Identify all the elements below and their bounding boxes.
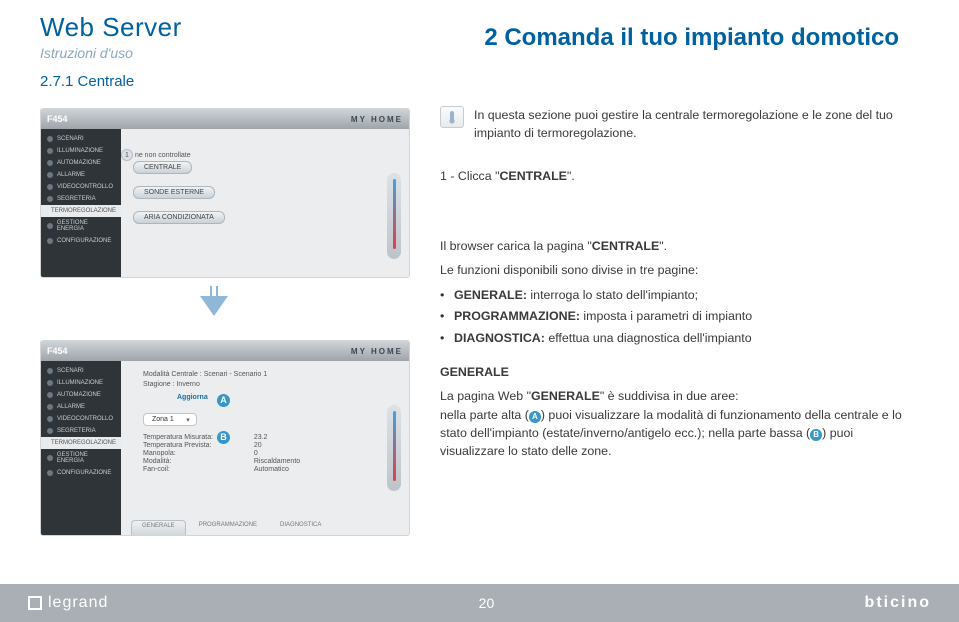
app-main-panel: 1 ne non controllate CENTRALE SONDE ESTE… [121, 129, 409, 277]
app-titlebar: F454 MY HOME [41, 109, 409, 129]
refresh-link[interactable]: Aggiorna [177, 394, 208, 401]
app-brand: MY HOME [351, 347, 403, 356]
sidebar-dot-icon [47, 416, 53, 422]
body-text: In questa sezione puoi gestire la centra… [440, 106, 903, 467]
zone-data-grid: Temperatura Misurata:23.2Temperatura Pre… [143, 434, 323, 473]
marker-a: A [217, 394, 230, 407]
sidebar-dot-icon [47, 455, 53, 461]
sidebar-item[interactable]: ALLARME [41, 169, 121, 181]
sidebar-item[interactable]: VIDEOCONTROLLO [41, 181, 121, 193]
app-model: F454 [47, 114, 68, 124]
sidebar-item[interactable]: SEGRETERIA [41, 425, 121, 437]
app-sidebar: SCENARIILLUMINAZIONEAUTOMAZIONEALLARMEVI… [41, 361, 121, 535]
sidebar-dot-icon [47, 172, 53, 178]
tab-diagnostica[interactable]: DIAGNOSTICA [270, 520, 331, 535]
sidebar-dot-icon [47, 160, 53, 166]
app-sidebar: SCENARIILLUMINAZIONEAUTOMAZIONEALLARMEVI… [41, 129, 121, 277]
sidebar-dot-icon [47, 184, 53, 190]
sidebar-item[interactable]: CONFIGURAZIONE [41, 467, 121, 479]
sidebar-item[interactable]: CONFIGURAZIONE [41, 235, 121, 247]
row-sonde[interactable]: SONDE ESTERNE [133, 186, 215, 199]
feature-item: DIAGNOSTICA: effettua una diagnostica de… [444, 329, 903, 347]
sidebar-dot-icon [47, 380, 53, 386]
app-main-panel: A B Modalità Centrale : Scenari - Scenar… [121, 361, 409, 535]
sidebar-dot-icon [47, 404, 53, 410]
app-tabs: GENERALE PROGRAMMAZIONE DIAGNOSTICA [121, 520, 409, 535]
sidebar-item[interactable]: AUTOMAZIONE [41, 157, 121, 169]
sidebar-item[interactable]: SEGRETERIA [41, 193, 121, 205]
sidebar-item[interactable]: ILLUMINAZIONE [41, 145, 121, 157]
tab-generale[interactable]: GENERALE [131, 520, 186, 535]
generale-text: La pagina Web "GENERALE" è suddivisa in … [440, 387, 903, 460]
zone-select[interactable]: Zona 1 [143, 413, 397, 426]
paragraph-browser: Il browser carica la pagina "CENTRALE". [440, 237, 903, 255]
footer-brand-right: bticino [865, 594, 931, 612]
step-1: 1 - Clicca "CENTRALE". [440, 167, 903, 185]
marker-b: B [217, 431, 230, 444]
sidebar-item[interactable]: VIDEOCONTROLLO [41, 413, 121, 425]
generale-heading: GENERALE [440, 363, 903, 381]
sidebar-item[interactable]: SCENARI [41, 133, 121, 145]
inline-marker-a: A [529, 411, 541, 423]
tab-programmazione[interactable]: PROGRAMMAZIONE [189, 520, 267, 535]
sidebar-dot-icon [47, 368, 53, 374]
page-footer: legrand 20 bticino [0, 584, 959, 622]
sidebar-item[interactable]: ILLUMINAZIONE [41, 377, 121, 389]
sidebar-dot-icon [47, 148, 53, 154]
thermo-page-icon [440, 106, 464, 128]
mode-line: Modalità Centrale : Scenari - Scenario 1 [143, 371, 397, 378]
sidebar-dot-icon [47, 428, 53, 434]
thermometer-icon [387, 405, 401, 491]
sidebar-item[interactable]: TERMOREGOLAZIONE [41, 205, 121, 217]
sidebar-item[interactable]: TERMOREGOLAZIONE [41, 437, 121, 449]
hint-pointer: 1 ne non controllate [121, 149, 191, 161]
app-screenshot-1: F454 MY HOME SCENARIILLUMINAZIONEAUTOMAZ… [40, 108, 410, 278]
app-titlebar: F454 MY HOME [41, 341, 409, 361]
feature-item: GENERALE: interroga lo stato dell'impian… [444, 286, 903, 304]
sidebar-item[interactable]: GESTIONE ENERGIA [41, 449, 121, 467]
footer-brand-left: legrand [28, 594, 108, 612]
thermometer-icon [387, 173, 401, 259]
sidebar-item[interactable]: GESTIONE ENERGIA [41, 217, 121, 235]
intro-text: In questa sezione puoi gestire la centra… [474, 106, 903, 143]
sidebar-dot-icon [47, 392, 53, 398]
inline-marker-b: B [810, 429, 822, 441]
season-line: Stagione : Inverno [143, 381, 397, 388]
sidebar-dot-icon [47, 136, 53, 142]
feature-item: PROGRAMMAZIONE: imposta i parametri di i… [444, 307, 903, 325]
doc-subtitle: Istruzioni d'uso [40, 45, 182, 61]
page-number: 20 [479, 595, 495, 611]
app-model: F454 [47, 346, 68, 356]
sidebar-item[interactable]: ALLARME [41, 401, 121, 413]
sidebar-item[interactable]: SCENARI [41, 365, 121, 377]
row-centrale[interactable]: CENTRALE [133, 161, 192, 174]
chapter-title: 2 Comanda il tuo impianto domotico [484, 24, 899, 52]
app-screenshot-2: F454 MY HOME SCENARIILLUMINAZIONEAUTOMAZ… [40, 340, 410, 536]
doc-section-number: 2.7.1 Centrale [40, 73, 182, 90]
sidebar-dot-icon [47, 223, 53, 229]
sidebar-dot-icon [47, 470, 53, 476]
feature-list: GENERALE: interroga lo stato dell'impian… [444, 286, 903, 347]
legrand-logo-icon [28, 596, 42, 610]
page-header: Web Server Istruzioni d'uso 2.7.1 Centra… [40, 12, 182, 90]
app-brand: MY HOME [351, 115, 403, 124]
arrow-down-icon [200, 296, 228, 316]
doc-title: Web Server [40, 12, 182, 43]
paragraph-functions: Le funzioni disponibili sono divise in t… [440, 261, 903, 279]
sidebar-item[interactable]: AUTOMAZIONE [41, 389, 121, 401]
sidebar-dot-icon [47, 238, 53, 244]
sidebar-dot-icon [47, 196, 53, 202]
row-aria[interactable]: ARIA CONDIZIONATA [133, 211, 225, 224]
